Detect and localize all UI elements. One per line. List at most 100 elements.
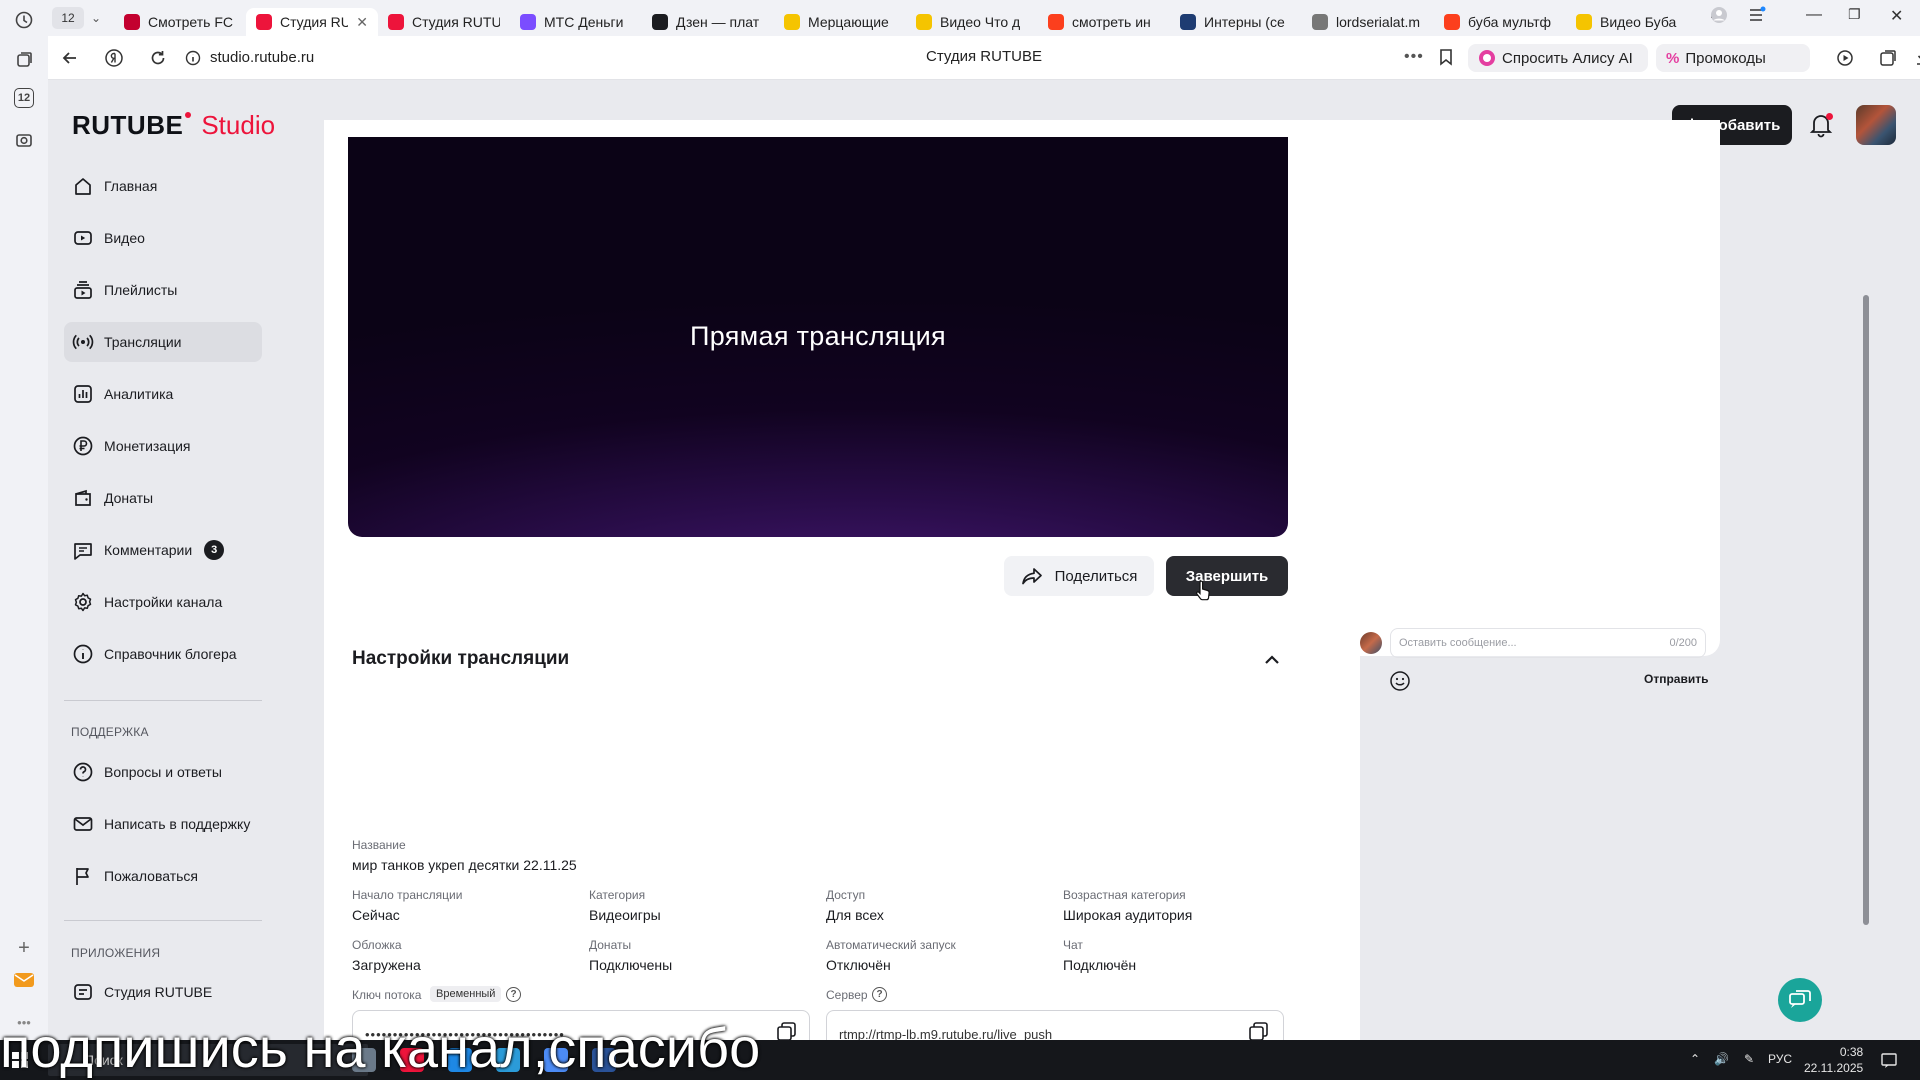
avatar[interactable] [1856, 105, 1896, 145]
restore-icon[interactable]: ❐ [1848, 6, 1861, 23]
sidebar-item[interactable]: Справочник блогера [64, 634, 262, 674]
chat-placeholder: Оставить сообщение... [1399, 637, 1517, 649]
copy-icon[interactable] [1248, 1022, 1270, 1040]
sidebar-item[interactable]: Студия RUTUBE [64, 972, 262, 1012]
sidebar-item[interactable]: Плейлисты [64, 270, 262, 310]
tabs-counter-icon[interactable]: 12 [14, 88, 34, 108]
share-button[interactable]: Поделиться [1004, 556, 1154, 596]
tab-favicon-icon [388, 14, 404, 30]
emoji-icon[interactable] [1389, 670, 1411, 692]
sidebar-item[interactable]: Настройки канала [64, 582, 262, 622]
pen-icon[interactable]: ✎ [1744, 1052, 1754, 1066]
back-icon[interactable] [48, 36, 92, 80]
profile-icon[interactable] [1710, 6, 1728, 24]
tab-title: МТС Деньги [544, 14, 624, 30]
sidebar-item[interactable]: Аналитика [64, 374, 262, 414]
browser-tab[interactable]: lordserialat.m [1302, 8, 1434, 36]
sidebar-item[interactable]: Трансляции [64, 322, 262, 362]
sidebar-item[interactable]: Пожаловаться [64, 856, 262, 896]
chevron-up-icon[interactable] [1262, 650, 1282, 670]
more-dots-icon[interactable]: ••• [1404, 48, 1424, 66]
settings-card [324, 635, 1360, 1040]
browser-tab[interactable]: Видео Буба [1566, 8, 1698, 36]
browser-tab[interactable]: Дзен — плат [642, 8, 774, 36]
volume-icon[interactable]: 🔊 [1714, 1052, 1729, 1066]
language-indicator[interactable]: РУС [1768, 1052, 1792, 1066]
browser-tab[interactable]: Видео Что д [906, 8, 1038, 36]
sidebar-item[interactable]: Видео [64, 218, 262, 258]
broadcast-icon [72, 334, 94, 350]
tab-title: смотреть ин [1072, 14, 1151, 30]
question-icon [73, 762, 93, 782]
send-button[interactable]: Отправить [1644, 672, 1708, 686]
tray-chevron-icon[interactable]: ⌃ [1690, 1052, 1700, 1066]
history-icon[interactable] [12, 8, 36, 32]
tab-favicon-icon [784, 14, 800, 30]
download-icon[interactable] [1914, 48, 1920, 66]
setting-label: Начало трансляции [352, 888, 463, 902]
add-panel-icon[interactable]: + [12, 936, 36, 960]
sidebar-item[interactable]: Написать в поддержку [64, 804, 262, 844]
collections-icon[interactable] [12, 48, 36, 72]
alice-button[interactable]: Спросить Алису AI [1468, 44, 1648, 72]
setting-value: Подключены [589, 957, 673, 973]
reload-icon[interactable] [136, 36, 180, 80]
support-chat-button[interactable] [1778, 978, 1822, 1022]
mail-app-icon[interactable] [12, 968, 36, 992]
media-icon[interactable] [1836, 48, 1856, 68]
tab-favicon-icon [520, 14, 536, 30]
mail-icon [73, 817, 93, 831]
percent-icon: % [1666, 49, 1680, 67]
extensions-icon[interactable] [1878, 48, 1898, 68]
sidebar-item[interactable]: Комментарии 3 [64, 530, 262, 570]
yandex-icon[interactable] [92, 36, 136, 80]
help-icon[interactable]: ? [506, 987, 521, 1002]
promo-button[interactable]: % Промокоды [1656, 44, 1810, 72]
notification-dot [1826, 113, 1833, 120]
sidebar-item[interactable]: Главная [64, 166, 262, 206]
sidebar-item[interactable]: Вопросы и ответы [64, 752, 262, 792]
url-text[interactable]: studio.rutube.ru [210, 49, 314, 66]
notifications-icon[interactable] [1880, 1051, 1898, 1069]
scrollbar-thumb[interactable] [1863, 295, 1869, 925]
chat-card [1340, 120, 1720, 656]
setting-label: Чат [1063, 938, 1083, 952]
tab-favicon-icon [1312, 14, 1328, 30]
browser-tab[interactable]: смотреть ин [1038, 8, 1170, 36]
minimize-icon[interactable]: — [1806, 6, 1822, 24]
video-player[interactable]: Прямая трансляция [348, 137, 1288, 537]
sidebar-item[interactable]: Монетизация [64, 426, 262, 466]
browser-tab[interactable]: буба мультф [1434, 8, 1566, 36]
setting-value: Сейчас [352, 907, 400, 923]
browser-tab[interactable]: Мерцающие [774, 8, 906, 36]
finish-button[interactable]: Завершить [1166, 556, 1288, 596]
tab-title: Студия RU [280, 14, 349, 30]
bookmark-icon[interactable] [1438, 48, 1454, 66]
sidebar-item-label: Трансляции [104, 334, 182, 350]
close-tab-icon[interactable]: ✕ [356, 14, 368, 31]
close-window-icon[interactable]: ✕ [1890, 6, 1903, 26]
browser-tab[interactable]: МТС Деньги [510, 8, 642, 36]
comments-badge: 3 [204, 540, 225, 560]
menu-icon[interactable] [1748, 6, 1766, 24]
site-info-icon[interactable] [180, 36, 206, 80]
chevron-down-icon[interactable]: ⌄ [84, 11, 108, 25]
logo[interactable]: RUTUBE Studio [72, 110, 275, 141]
help-icon[interactable]: ? [872, 987, 887, 1002]
temporary-tag: Временный [430, 986, 502, 1002]
clock-time: 0:38 [1839, 1045, 1864, 1059]
alice-icon [1479, 50, 1495, 66]
sidebar-item[interactable]: Донаты [64, 478, 262, 518]
tab-title: буба мультф [1468, 14, 1552, 30]
browser-tab[interactable]: Студия RUTU [378, 8, 510, 36]
browser-tab[interactable]: Смотреть FC [114, 8, 246, 36]
clock[interactable]: 0:38 22.11.2025 [1804, 1044, 1863, 1076]
chat-message-input[interactable]: Оставить сообщение... 0/200 [1390, 628, 1706, 658]
tab-favicon-icon [256, 14, 272, 30]
browser-tab[interactable]: Интерны (се [1170, 8, 1302, 36]
tab-count[interactable]: 12 [52, 7, 84, 29]
address-bar: studio.rutube.ru Студия RUTUBE ••• Спрос… [48, 36, 1920, 80]
screenshot-icon[interactable] [12, 128, 36, 152]
browser-tab[interactable]: Студия RU ✕ [246, 8, 378, 36]
bell-icon[interactable] [1808, 112, 1834, 138]
